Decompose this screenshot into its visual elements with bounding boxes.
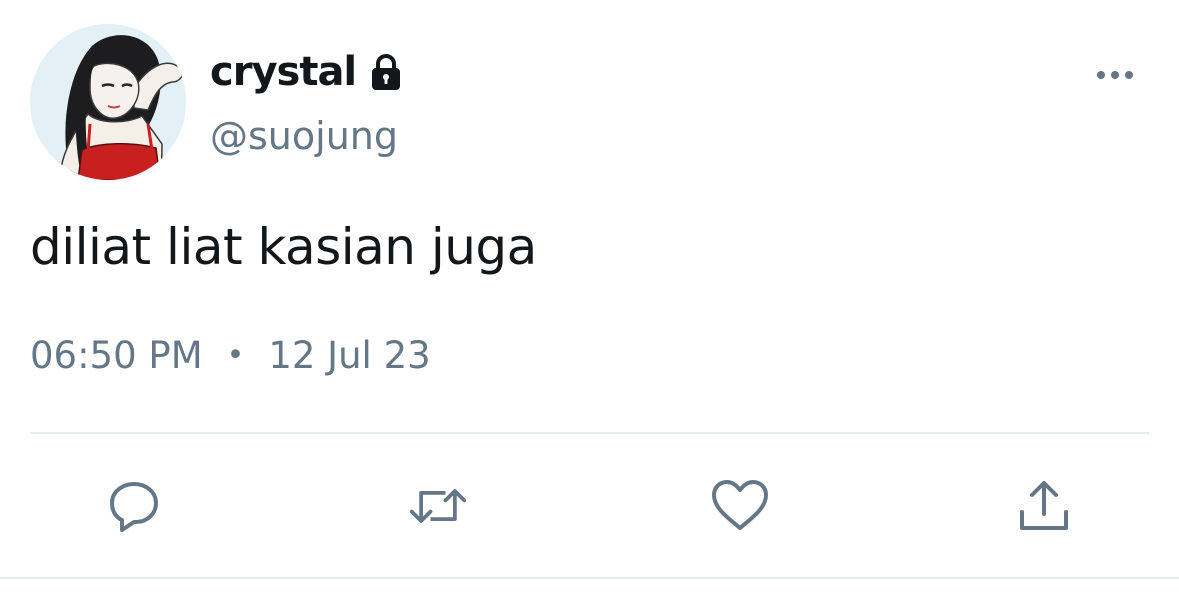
tweet-card: crystal @suojung diliat liat kasian juga… bbox=[0, 0, 1179, 597]
more-icon bbox=[1097, 71, 1133, 79]
divider bbox=[30, 432, 1149, 434]
retweet-icon bbox=[409, 489, 467, 523]
display-name[interactable]: crystal bbox=[210, 49, 357, 95]
retweet-button[interactable] bbox=[408, 476, 468, 536]
heart-icon bbox=[712, 480, 768, 530]
bottom-divider bbox=[0, 577, 1179, 579]
author-name-row: crystal bbox=[210, 44, 406, 100]
user-handle[interactable]: @suojung bbox=[210, 114, 398, 158]
tweet-date: 12 Jul 23 bbox=[268, 334, 431, 377]
reply-button[interactable] bbox=[104, 476, 164, 536]
more-options-button[interactable] bbox=[1090, 58, 1140, 92]
tweet-text: diliat liat kasian juga bbox=[30, 218, 537, 276]
lock-icon bbox=[366, 52, 406, 92]
avatar-illustration bbox=[30, 24, 186, 180]
avatar[interactable] bbox=[30, 24, 186, 180]
share-button[interactable] bbox=[1014, 476, 1074, 536]
meta-separator: • bbox=[226, 338, 245, 373]
share-icon bbox=[1020, 481, 1068, 530]
tweet-time: 06:50 PM bbox=[30, 334, 203, 377]
tweet-timestamp[interactable]: 06:50 PM • 12 Jul 23 bbox=[30, 334, 431, 377]
reply-icon bbox=[110, 482, 158, 532]
like-button[interactable] bbox=[710, 476, 770, 536]
